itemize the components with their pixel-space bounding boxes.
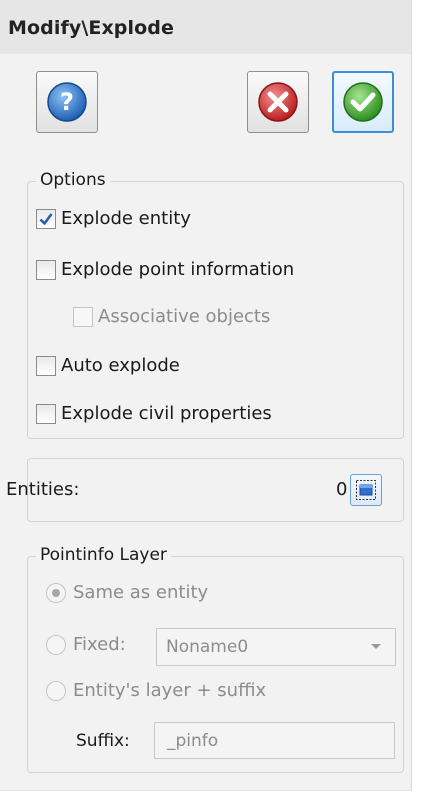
entities-count: 0 (336, 479, 348, 500)
help-icon: ? (47, 82, 87, 122)
layer-suffix-label: Entity's layer + suffix (73, 680, 267, 701)
same-as-entity-label: Same as entity (73, 582, 209, 603)
fixed-layer-dropdown[interactable]: Noname0 (156, 628, 396, 666)
checkbox-disabled[interactable] (73, 306, 93, 327)
chevron-down-icon (371, 644, 381, 649)
explode-entity-checkbox[interactable]: Explode entity (36, 208, 191, 229)
pointinfo-layer-legend: Pointinfo Layer (36, 545, 171, 565)
associative-objects-checkbox[interactable]: Associative objects (73, 306, 270, 327)
select-entities-button[interactable] (350, 474, 382, 506)
checkbox-checked[interactable] (36, 208, 56, 229)
entities-label: Entities: (6, 479, 80, 500)
help-button[interactable]: ? (36, 71, 98, 133)
explode-point-information-label: Explode point information (61, 259, 295, 280)
auto-explode-label: Auto explode (61, 355, 180, 376)
options-legend: Options (36, 170, 110, 190)
radio-unchecked[interactable] (46, 634, 66, 655)
radio-unchecked[interactable] (46, 680, 66, 701)
explode-civil-properties-checkbox[interactable]: Explode civil properties (36, 403, 272, 424)
explode-entity-label: Explode entity (61, 208, 191, 229)
ok-button[interactable] (332, 71, 394, 133)
checkbox-unchecked[interactable] (36, 259, 56, 280)
fixed-radio[interactable]: Fixed: (46, 634, 126, 655)
ok-check-icon (343, 82, 383, 122)
cancel-icon (258, 82, 298, 122)
radio-checked[interactable] (46, 582, 66, 603)
select-window-icon (356, 480, 376, 500)
fixed-label: Fixed: (73, 634, 126, 655)
explode-civil-properties-label: Explode civil properties (61, 403, 272, 424)
fixed-layer-value: Noname0 (166, 637, 249, 657)
suffix-label: Suffix: (76, 731, 130, 751)
checkbox-unchecked[interactable] (36, 355, 56, 376)
checkbox-unchecked[interactable] (36, 403, 56, 424)
dropdown-arrow[interactable] (357, 629, 395, 665)
suffix-input[interactable]: _pinfo (154, 722, 395, 759)
svg-text:?: ? (60, 88, 74, 116)
title-bar: Modify\Explode (0, 0, 411, 54)
window-title: Modify\Explode (8, 17, 174, 39)
associative-objects-label: Associative objects (98, 306, 271, 327)
explode-point-information-checkbox[interactable]: Explode point information (36, 259, 294, 280)
auto-explode-checkbox[interactable]: Auto explode (36, 355, 180, 376)
check-icon (39, 212, 53, 225)
cancel-button[interactable] (247, 71, 309, 133)
layer-suffix-radio[interactable]: Entity's layer + suffix (46, 680, 266, 701)
explode-panel: Modify\Explode ? Options Explode entity … (0, 0, 412, 791)
same-as-entity-radio[interactable]: Same as entity (46, 582, 208, 603)
